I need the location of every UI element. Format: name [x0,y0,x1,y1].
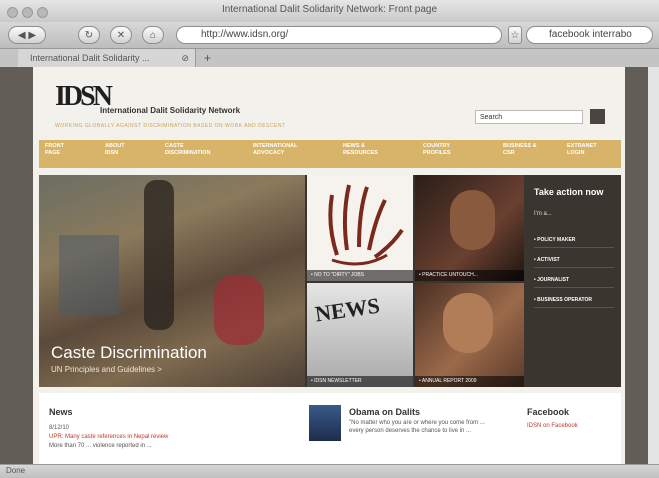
hand-icon [328,184,404,266]
tile-caption: • ANNUAL REPORT 2009 [415,376,524,387]
reload-button[interactable]: ↻ [78,26,100,44]
idsn-site: IDSN International Dalit Solidarity Netw… [33,67,625,464]
forward-icon[interactable]: ▶ [28,30,36,41]
search-field-value: facebook interrabo [549,29,632,40]
vertical-scrollbar[interactable] [648,67,659,464]
stop-icon: ✕ [116,30,126,41]
obama-text: "No matter who you are or where you come… [349,420,485,434]
window-title: International Dalit Solidarity Network: … [221,4,438,15]
tab-bar: International Dalit Solidarity ... ⊘ + [0,49,659,68]
home-button[interactable]: ⌂ [142,26,164,44]
site-tagline: WORKING GLOBALLY AGAINST DISCRIMINATION … [55,123,286,129]
back-forward-buttons[interactable]: ◀ ▶ [8,26,46,44]
take-action-subtitle: I'm a... [534,211,552,217]
search-field[interactable]: facebook interrabo [526,26,653,44]
browser-toolbar: ◀ ▶ ↻ ✕ ⌂ http://www.idsn.org/ ☆ faceboo… [0,22,659,49]
take-action-business-operator[interactable]: • BUSINESS OPERATOR [534,297,614,308]
tab-label: International Dalit Solidarity ... [30,53,150,63]
news-link-2[interactable]: More than 70 ... violence reported in ..… [49,443,152,449]
nav-news-resources[interactable]: NEWS & RESOURCES [343,143,393,157]
url-text: http://www.idsn.org/ [201,29,289,40]
web-page: IDSN International Dalit Solidarity Netw… [0,67,659,464]
obama-heading[interactable]: Obama on Dalits [349,407,420,417]
hero-title[interactable]: Caste Discrimination [51,343,207,363]
status-bar: Done [0,464,659,478]
window-titlebar: International Dalit Solidarity Network: … [0,0,659,23]
take-action-title: Take action now [534,187,604,197]
facebook-heading: Facebook [527,407,570,417]
tile-caption: • NO TO "DIRTY" JOBS [307,270,413,281]
site-search-button[interactable] [590,109,605,124]
take-action-panel: Take action now I'm a... • POLICY MAKER … [526,175,621,387]
tile-untouchability[interactable]: • PRACTICE UNTOUCH... [415,175,524,281]
obama-photo[interactable] [309,405,341,441]
tile-annual-report[interactable]: • ANNUAL REPORT 2009 [415,283,524,387]
tile-caption: • IDSN NEWSLETTER [307,376,413,387]
back-icon[interactable]: ◀ [18,30,26,41]
tab-idsn[interactable]: International Dalit Solidarity ... ⊘ [18,49,196,67]
nav-extranet-login[interactable]: EXTRANET LOGIN [567,143,607,157]
nav-international-advocacy[interactable]: INTERNATIONAL ADVOCACY [253,143,313,157]
tile-newsletter[interactable]: NEWS • IDSN NEWSLETTER [307,283,413,387]
take-action-journalist[interactable]: • JOURNALIST [534,277,614,288]
take-action-policy-maker[interactable]: • POLICY MAKER [534,237,614,248]
news-heading: News [49,407,73,417]
news-date: 8/12/10 [49,425,70,431]
new-tab-button[interactable]: + [204,49,211,67]
facebook-link[interactable]: IDSN on Facebook [527,423,578,429]
address-bar[interactable]: http://www.idsn.org/ [176,26,502,44]
site-search-input[interactable]: Search [475,110,583,124]
site-name: International Dalit Solidarity Network [100,106,241,115]
nav-caste-discrimination[interactable]: CASTE DISCRIMINATION [165,143,225,157]
tile-dirty-jobs[interactable]: • NO TO "DIRTY" JOBS [307,175,413,281]
bookmark-star-icon[interactable]: ☆ [508,26,522,44]
status-text: Done [6,466,26,475]
take-action-activist[interactable]: • ACTIVIST [534,257,614,268]
nav-front-page[interactable]: FRONT PAGE [45,143,75,157]
home-icon: ⌂ [149,30,157,41]
news-link[interactable]: UPR: Many caste references in Nepal revi… [49,434,168,440]
stop-button[interactable]: ✕ [110,26,132,44]
tile-caption: • PRACTICE UNTOUCH... [415,270,524,281]
lower-content: News 8/12/10 UPR: Many caste references … [39,393,621,464]
hero-subtitle-link[interactable]: UN Principles and Guidelines > [51,365,162,374]
reload-icon: ↻ [84,30,94,41]
hero-section: Caste Discrimination UN Principles and G… [39,175,621,387]
news-icon: NEWS [313,292,382,327]
hero-photo[interactable]: Caste Discrimination UN Principles and G… [39,175,305,387]
tab-close-icon[interactable]: ⊘ [181,49,189,67]
nav-country-profiles[interactable]: COUNTRY PROFILES [423,143,473,157]
nav-about[interactable]: ABOUT IDSN [105,143,135,157]
nav-business-csr[interactable]: BUSINESS & CSR [503,143,543,157]
main-nav: FRONT PAGE ABOUT IDSN CASTE DISCRIMINATI… [39,140,621,168]
